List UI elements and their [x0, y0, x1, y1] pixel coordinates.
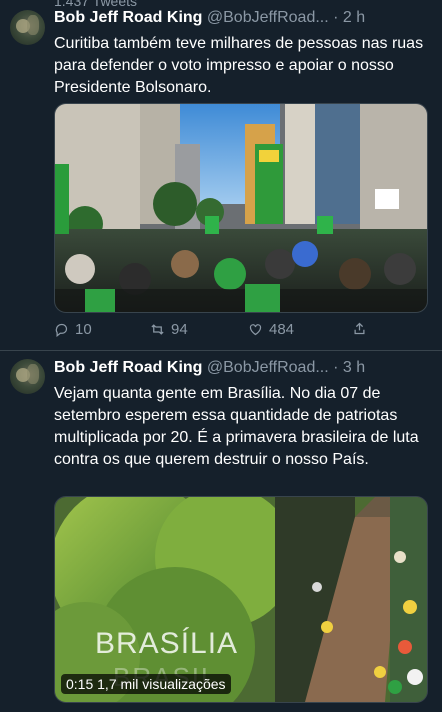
video-views: 1,7 mil visualizações [97, 676, 226, 692]
tweet[interactable]: Bob Jeff Road King @BobJeffRoad... · 3 h… [0, 351, 442, 712]
author-handle[interactable]: @BobJeffRoad... [207, 9, 329, 26]
tweet-header: Bob Jeff Road King @BobJeffRoad... · 2 h [54, 9, 438, 27]
reply-icon [55, 323, 68, 337]
tweet-text: Vejam quanta gente em Brasília. No dia 0… [54, 385, 419, 468]
retweet-count: 94 [171, 321, 188, 338]
share-button[interactable] [352, 321, 367, 336]
tweet-header: Bob Jeff Road King @BobJeffRoad... · 3 h [54, 359, 438, 377]
video-duration: 0:15 [66, 676, 94, 692]
crowd-photo [55, 104, 427, 312]
avatar[interactable] [10, 359, 45, 394]
reply-button[interactable]: 10 [54, 321, 92, 338]
tweet-time[interactable]: 3 h [343, 359, 365, 376]
video-info-badge: 0:15 1,7 mil visualizações [61, 674, 231, 694]
tweet-photo[interactable] [54, 103, 428, 313]
avatar[interactable] [10, 10, 45, 45]
video-title-overlay: BRASÍLIA [95, 627, 239, 660]
tweet-video[interactable]: BRASÍLIA BRASIL 0:15 1,7 mil visualizaçõ… [54, 496, 428, 703]
tweet-time[interactable]: 2 h [343, 9, 365, 26]
author-handle[interactable]: @BobJeffRoad... [207, 359, 329, 376]
share-icon [354, 322, 365, 335]
separator-dot: · [333, 9, 339, 26]
like-icon [249, 324, 262, 336]
retweet-icon [151, 324, 164, 335]
retweet-button[interactable]: 94 [150, 321, 188, 338]
reply-count: 10 [75, 321, 92, 338]
author-name[interactable]: Bob Jeff Road King [54, 359, 202, 376]
like-button[interactable]: 484 [248, 321, 294, 338]
tweet-actions: 10 94 484 [54, 321, 394, 341]
author-name[interactable]: Bob Jeff Road King [54, 9, 202, 26]
like-count: 484 [269, 321, 295, 338]
tweet-text: Curitiba também teve milhares de pessoas… [54, 35, 424, 96]
tweet[interactable]: Bob Jeff Road King @BobJeffRoad... · 2 h… [0, 0, 442, 351]
video-frame [55, 497, 427, 702]
separator-dot: · [333, 359, 339, 376]
